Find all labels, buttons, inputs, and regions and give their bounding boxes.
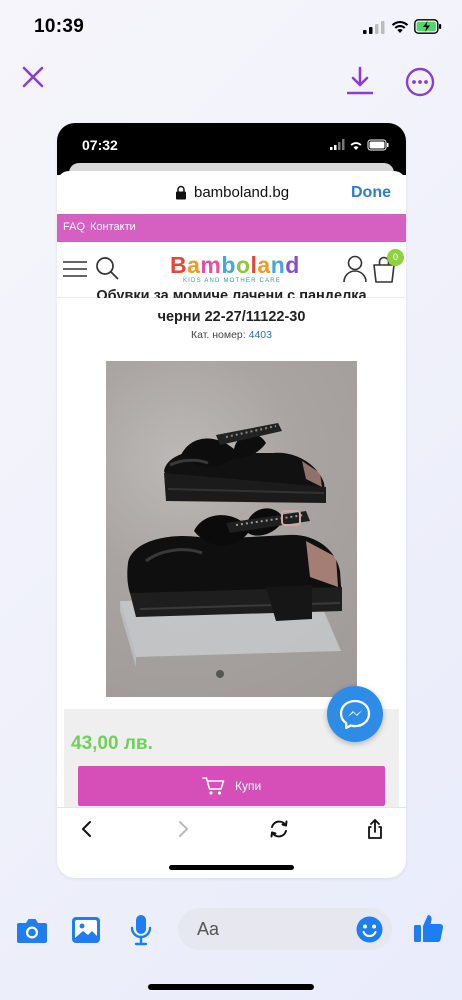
emoji-icon[interactable] (356, 916, 383, 943)
download-icon[interactable] (347, 66, 373, 96)
product-photo[interactable] (106, 361, 357, 697)
product-title: Обувки за момиче лачени с панделка черни… (71, 286, 392, 327)
more-options-icon[interactable] (405, 67, 435, 97)
messenger-chat-button[interactable] (327, 686, 383, 742)
faq-link[interactable]: FAQ (63, 221, 85, 233)
close-icon[interactable] (20, 64, 46, 90)
wifi-icon (391, 21, 409, 33)
cart-count-badge: 0 (387, 249, 404, 266)
back-icon[interactable] (76, 818, 98, 840)
messenger-icon (339, 699, 371, 730)
product-title-line2: черни 22-27/11122-30 (157, 309, 306, 325)
carousel-dot[interactable] (216, 670, 224, 678)
forward-icon[interactable] (172, 818, 194, 840)
sku-value[interactable]: 4403 (249, 329, 272, 341)
product-title-line1: Обувки за момиче лачени с панделка (96, 288, 367, 298)
shared-screenshot[interactable]: 07:32 bamboland.bg Done FAQ Контакти Bam… (57, 123, 406, 878)
site-logo[interactable]: Bamboland KIDS AND MOTHER CARE (170, 251, 300, 289)
buy-button[interactable]: Купи (78, 766, 385, 806)
thumbs-up-icon[interactable] (413, 912, 445, 944)
shopping-cart-icon (202, 777, 225, 795)
logo-text: Bamboland (170, 252, 300, 278)
search-icon[interactable] (95, 256, 119, 280)
inner-home-indicator (169, 865, 294, 870)
sku-label: Кат. номер: (191, 329, 246, 341)
contacts-link[interactable]: Контакти (90, 221, 136, 233)
inner-status-time: 07:32 (82, 137, 118, 153)
share-icon[interactable] (364, 818, 386, 840)
camera-icon[interactable] (16, 916, 48, 944)
logo-tagline: KIDS AND MOTHER CARE (182, 278, 281, 284)
sku-line: Кат. номер: 4403 (57, 329, 406, 341)
url-text[interactable]: bamboland.bg (194, 184, 289, 201)
user-icon[interactable] (343, 255, 367, 283)
browser-toolbar (57, 807, 406, 849)
message-input[interactable]: Aa (178, 908, 392, 950)
menu-icon[interactable] (63, 261, 87, 277)
top-links-bar: FAQ Контакти (57, 214, 406, 242)
reload-icon[interactable] (268, 818, 290, 840)
buy-button-label: Купи (235, 779, 262, 793)
battery-charging-icon (414, 19, 442, 34)
microphone-icon[interactable] (130, 914, 152, 946)
done-button[interactable]: Done (351, 184, 391, 202)
home-indicator (148, 984, 314, 990)
lock-icon (176, 185, 186, 200)
product-price: 43,00 лв. (71, 733, 153, 754)
gallery-icon[interactable] (71, 916, 101, 944)
status-time: 10:39 (34, 16, 85, 37)
signal-icon (363, 21, 385, 34)
message-input-placeholder: Aa (197, 919, 220, 939)
shoes-photo (120, 423, 342, 667)
inner-status-icons (330, 139, 389, 151)
